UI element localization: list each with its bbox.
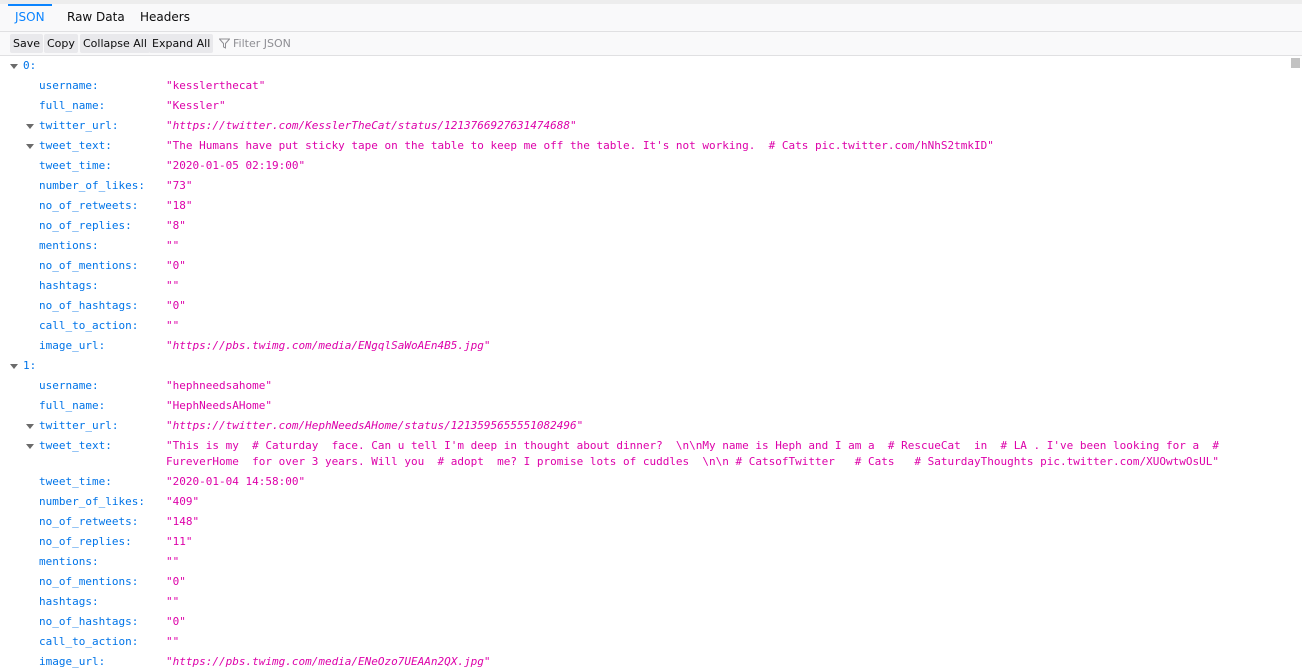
field-key: no_of_hashtags: — [39, 615, 139, 628]
field-key: no_of_retweets: — [39, 515, 139, 528]
field-key: no_of_mentions: — [39, 575, 139, 588]
field-value: "409" — [166, 495, 200, 508]
field-value: "0" — [166, 615, 186, 628]
field-value: "" — [166, 635, 180, 648]
field-key: call_to_action: — [39, 319, 139, 332]
expand-toggle-icon[interactable] — [10, 364, 18, 369]
field-key: image_url: — [39, 655, 106, 668]
filter-json-input[interactable]: Filter JSON — [218, 32, 291, 55]
scrollbar-thumb[interactable] — [1291, 58, 1300, 68]
field-value: "18" — [166, 199, 193, 212]
field-key: hashtags: — [39, 595, 99, 608]
tab-json[interactable]: JSON — [8, 4, 52, 31]
field-key: no_of_hashtags: — [39, 299, 139, 312]
field-key: no_of_replies: — [39, 535, 132, 548]
field-key: call_to_action: — [39, 635, 139, 648]
field-value: "148" — [166, 515, 200, 528]
json-tree: 0: username: "kesslerthecat" full_name: "Kes… — [0, 56, 1289, 668]
expand-toggle-icon[interactable] — [26, 124, 34, 129]
tab-bar: JSON Raw Data Headers — [0, 4, 1302, 32]
record-index-key: 0: — [23, 59, 37, 72]
field-key: tweet_time: — [39, 159, 112, 172]
record-index-key: 1: — [23, 359, 37, 372]
field-value: "HephNeedsAHome" — [166, 399, 272, 412]
field-value: "" — [166, 279, 180, 292]
field-value: "8" — [166, 219, 186, 232]
field-value: "Kessler" — [166, 99, 226, 112]
field-value: "2020-01-04 14:58:00" — [166, 475, 306, 488]
field-key: username: — [39, 379, 99, 392]
field-value: "https://pbs.twimg.com/media/ENgqlSaWoAE… — [166, 339, 491, 352]
tab-raw-data[interactable]: Raw Data — [67, 4, 125, 31]
field-key: mentions: — [39, 239, 99, 252]
field-key: tweet_text: — [39, 139, 112, 152]
funnel-icon — [218, 38, 231, 49]
field-key: mentions: — [39, 555, 99, 568]
tab-headers[interactable]: Headers — [140, 4, 190, 31]
json-toolbar: Save Copy Collapse All Expand All Filter… — [0, 32, 1302, 56]
expand-toggle-icon[interactable] — [26, 424, 34, 429]
field-value: "" — [166, 555, 180, 568]
field-key: twitter_url: — [39, 419, 119, 432]
filter-placeholder: Filter JSON — [233, 37, 291, 50]
copy-button[interactable]: Copy — [44, 34, 78, 53]
field-value: "hephneedsahome" — [166, 379, 272, 392]
field-key: hashtags: — [39, 279, 99, 292]
field-value: "" — [166, 239, 180, 252]
field-key: no_of_retweets: — [39, 199, 139, 212]
collapse-all-button[interactable]: Collapse All — [80, 34, 150, 53]
field-key: username: — [39, 79, 99, 92]
field-value: "https://twitter.com/HephNeedsAHome/stat… — [166, 419, 584, 432]
field-value: "0" — [166, 259, 186, 272]
save-button[interactable]: Save — [10, 34, 44, 53]
field-value: "" — [166, 319, 180, 332]
field-value: "11" — [166, 535, 193, 548]
field-value: "kesslerthecat" — [166, 79, 266, 92]
field-key: full_name: — [39, 99, 106, 112]
field-key: number_of_likes: — [39, 495, 145, 508]
field-value: "73" — [166, 179, 193, 192]
field-key: full_name: — [39, 399, 106, 412]
expand-toggle-icon[interactable] — [26, 144, 34, 149]
field-key: twitter_url: — [39, 119, 119, 132]
field-key: tweet_text: — [39, 439, 112, 452]
field-value: "https://twitter.com/KesslerTheCat/statu… — [166, 119, 577, 132]
field-value: "0" — [166, 575, 186, 588]
field-key: no_of_mentions: — [39, 259, 139, 272]
expand-toggle-icon[interactable] — [10, 64, 18, 69]
field-value: "https://pbs.twimg.com/media/ENeOzo7UEAA… — [166, 655, 491, 668]
field-key: image_url: — [39, 339, 106, 352]
field-value: "2020-01-05 02:19:00" — [166, 159, 306, 172]
vertical-scrollbar[interactable] — [1289, 56, 1302, 668]
expand-all-button[interactable]: Expand All — [149, 34, 214, 53]
field-value: "The Humans have put sticky tape on the … — [166, 139, 994, 152]
field-value: "" — [166, 595, 180, 608]
field-key: no_of_replies: — [39, 219, 132, 232]
field-value: "This is my # Caturday face. Can u tell … — [166, 439, 1219, 468]
field-value: "0" — [166, 299, 186, 312]
field-key: number_of_likes: — [39, 179, 145, 192]
expand-toggle-icon[interactable] — [26, 444, 34, 449]
field-key: tweet_time: — [39, 475, 112, 488]
